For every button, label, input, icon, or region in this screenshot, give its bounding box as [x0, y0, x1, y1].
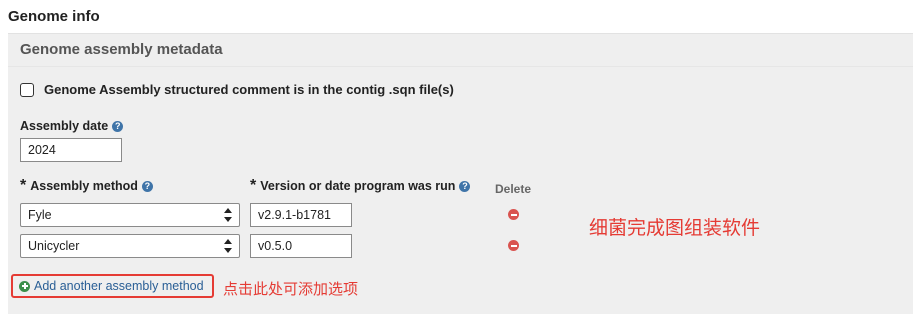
assembly-method-value: Fyle [28, 208, 52, 222]
panel-title: Genome assembly metadata [20, 41, 223, 58]
required-asterisk-icon: * [20, 177, 27, 194]
version-label: Version or date program was run [260, 179, 456, 193]
select-arrows-icon [224, 208, 232, 222]
version-header: * Version or date program was run ? [250, 177, 471, 194]
assembly-method-select[interactable]: Unicycler [20, 234, 240, 258]
help-icon[interactable]: ? [141, 180, 153, 192]
click-annotation: 点击此处可添加选项 [223, 280, 359, 298]
help-icon[interactable]: ? [459, 180, 471, 192]
structured-comment-checkbox[interactable] [20, 82, 34, 97]
assembly-metadata-panel: Genome assembly metadata Genome Assembly… [8, 33, 913, 314]
version-input[interactable]: v0.5.0 [250, 234, 352, 258]
assembly-method-select[interactable]: Fyle [20, 203, 240, 227]
structured-comment-row: Genome Assembly structured comment is in… [20, 82, 454, 97]
add-assembly-method-button[interactable]: Add another assembly method [11, 274, 214, 298]
assembly-method-label: Assembly method [30, 179, 138, 193]
delete-header: Delete [495, 182, 532, 196]
assembly-date-label-row: Assembly date ? [20, 119, 124, 133]
plus-circle-icon [19, 280, 30, 292]
version-input[interactable]: v2.9.1-b1781 [250, 203, 352, 227]
assembly-date-label: Assembly date [20, 119, 109, 133]
add-assembly-method-label: Add another assembly method [34, 279, 204, 293]
help-icon[interactable]: ? [112, 120, 124, 132]
minus-circle-icon[interactable] [508, 240, 519, 251]
assembly-method-header: * Assembly method ? [20, 177, 153, 194]
assembly-date-input[interactable]: 2024 [20, 138, 122, 162]
select-arrows-icon [224, 239, 232, 253]
software-annotation: 细菌完成图组装软件 [589, 217, 761, 239]
section-title: Genome info [8, 8, 100, 25]
minus-circle-icon[interactable] [508, 209, 519, 220]
structured-comment-label: Genome Assembly structured comment is in… [44, 82, 454, 97]
panel-divider [8, 66, 913, 67]
required-asterisk-icon: * [250, 177, 257, 194]
assembly-method-value: Unicycler [28, 239, 80, 253]
